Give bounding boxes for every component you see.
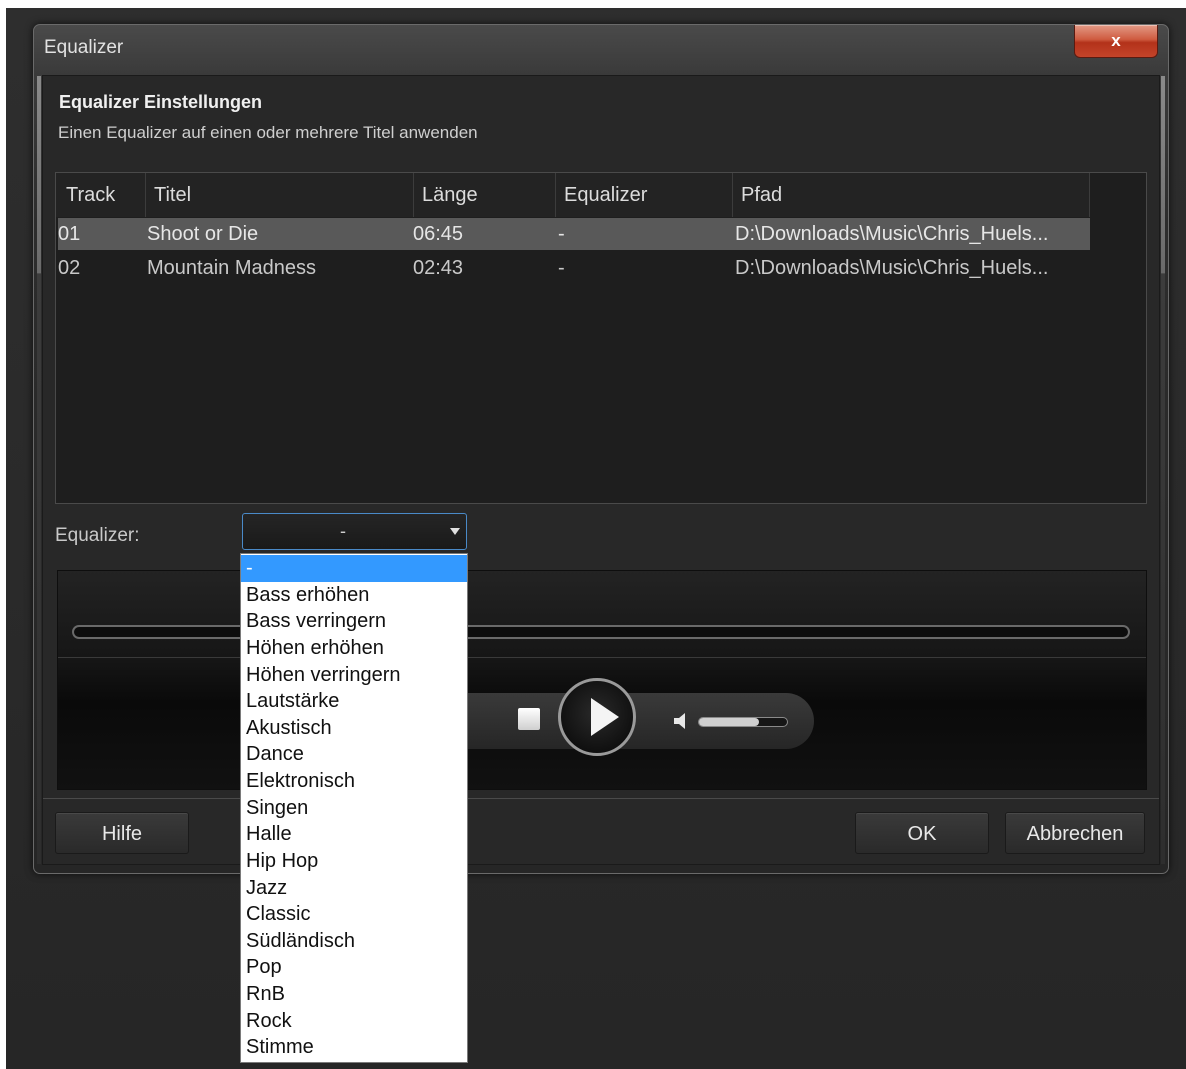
- cell-track: 01: [58, 223, 81, 245]
- section-subtitle: Einen Equalizer auf einen oder mehrere T…: [58, 123, 478, 142]
- dropdown-option[interactable]: Stimme: [241, 1034, 467, 1061]
- equalizer-label: Equalizer:: [55, 525, 140, 546]
- section-title: Equalizer Einstellungen: [59, 92, 263, 112]
- dropdown-option[interactable]: Dance: [241, 741, 467, 768]
- cell-equalizer: -: [558, 257, 565, 279]
- dropdown-option[interactable]: Pop: [241, 954, 467, 981]
- track-list-header: Track Titel Länge Equalizer Pfad: [56, 173, 1090, 217]
- equalizer-dialog: Equalizer x Equalizer Einstellungen Eine…: [33, 24, 1169, 874]
- dropdown-option[interactable]: Lautstärke: [241, 688, 467, 715]
- dropdown-option[interactable]: Höhen erhöhen: [241, 635, 467, 662]
- dropdown-option[interactable]: Singen: [241, 795, 467, 822]
- play-button[interactable]: [558, 678, 636, 756]
- volume-icon[interactable]: [672, 711, 692, 731]
- table-row[interactable]: 01 Shoot or Die 06:45 - D:\Downloads\Mus…: [58, 218, 1090, 250]
- window-title: Equalizer: [44, 37, 124, 58]
- dropdown-option[interactable]: Halle: [241, 821, 467, 848]
- stop-icon[interactable]: [518, 708, 540, 730]
- column-header-track[interactable]: Track: [56, 173, 146, 217]
- column-header-equalizer[interactable]: Equalizer: [556, 173, 733, 217]
- preview-player: [57, 570, 1147, 790]
- cell-track: 02: [58, 257, 81, 279]
- player-divider: [58, 657, 1146, 658]
- ok-button[interactable]: OK: [855, 812, 989, 854]
- cell-title: Shoot or Die: [147, 223, 259, 245]
- volume-slider[interactable]: [698, 717, 788, 727]
- chevron-down-icon[interactable]: [450, 528, 460, 535]
- table-row[interactable]: 02 Mountain Madness 02:43 - D:\Downloads…: [58, 252, 1090, 284]
- column-header-path[interactable]: Pfad: [733, 173, 1090, 217]
- dropdown-option[interactable]: Bass erhöhen: [241, 582, 467, 609]
- cell-length: 06:45: [413, 223, 464, 245]
- column-header-title[interactable]: Titel: [146, 173, 414, 217]
- cell-length: 02:43: [413, 257, 464, 279]
- dropdown-option[interactable]: Hip Hop: [241, 848, 467, 875]
- seek-bar[interactable]: [72, 625, 1130, 639]
- dropdown-option[interactable]: Jazz: [241, 875, 467, 902]
- cell-path: D:\Downloads\Music\Chris_Huels...: [735, 223, 1049, 245]
- equalizer-combobox[interactable]: -: [242, 513, 467, 550]
- dropdown-option[interactable]: Höhen verringern: [241, 662, 467, 689]
- dropdown-option[interactable]: RnB: [241, 981, 467, 1008]
- cell-equalizer: -: [558, 223, 565, 245]
- dropdown-option[interactable]: Südländisch: [241, 928, 467, 955]
- dropdown-option[interactable]: -: [241, 555, 467, 582]
- dropdown-option[interactable]: Bass verringern: [241, 608, 467, 635]
- equalizer-combobox-value: -: [340, 521, 346, 541]
- column-header-length[interactable]: Länge: [414, 173, 556, 217]
- right-frame-rail: [1161, 76, 1165, 864]
- footer-divider: [43, 798, 1159, 799]
- cancel-button[interactable]: Abbrechen: [1005, 812, 1145, 854]
- equalizer-dropdown-list[interactable]: - Bass erhöhen Bass verringern Höhen erhöhe…: [240, 553, 468, 1063]
- dropdown-option[interactable]: Rock: [241, 1008, 467, 1035]
- cell-title: Mountain Madness: [147, 257, 316, 279]
- track-list[interactable]: Track Titel Länge Equalizer Pfad 01 Shoo…: [55, 172, 1147, 504]
- volume-level: [699, 718, 759, 726]
- cell-path: D:\Downloads\Music\Chris_Huels...: [735, 257, 1049, 279]
- close-button[interactable]: x: [1074, 25, 1158, 58]
- dropdown-option[interactable]: Akustisch: [241, 715, 467, 742]
- dialog-body: Equalizer Einstellungen Einen Equalizer …: [37, 75, 1165, 865]
- close-icon: x: [1111, 31, 1121, 50]
- help-button[interactable]: Hilfe: [55, 812, 189, 854]
- left-frame-rail: [37, 76, 41, 864]
- play-icon: [591, 698, 619, 736]
- dropdown-option[interactable]: Elektronisch: [241, 768, 467, 795]
- dropdown-option[interactable]: Classic: [241, 901, 467, 928]
